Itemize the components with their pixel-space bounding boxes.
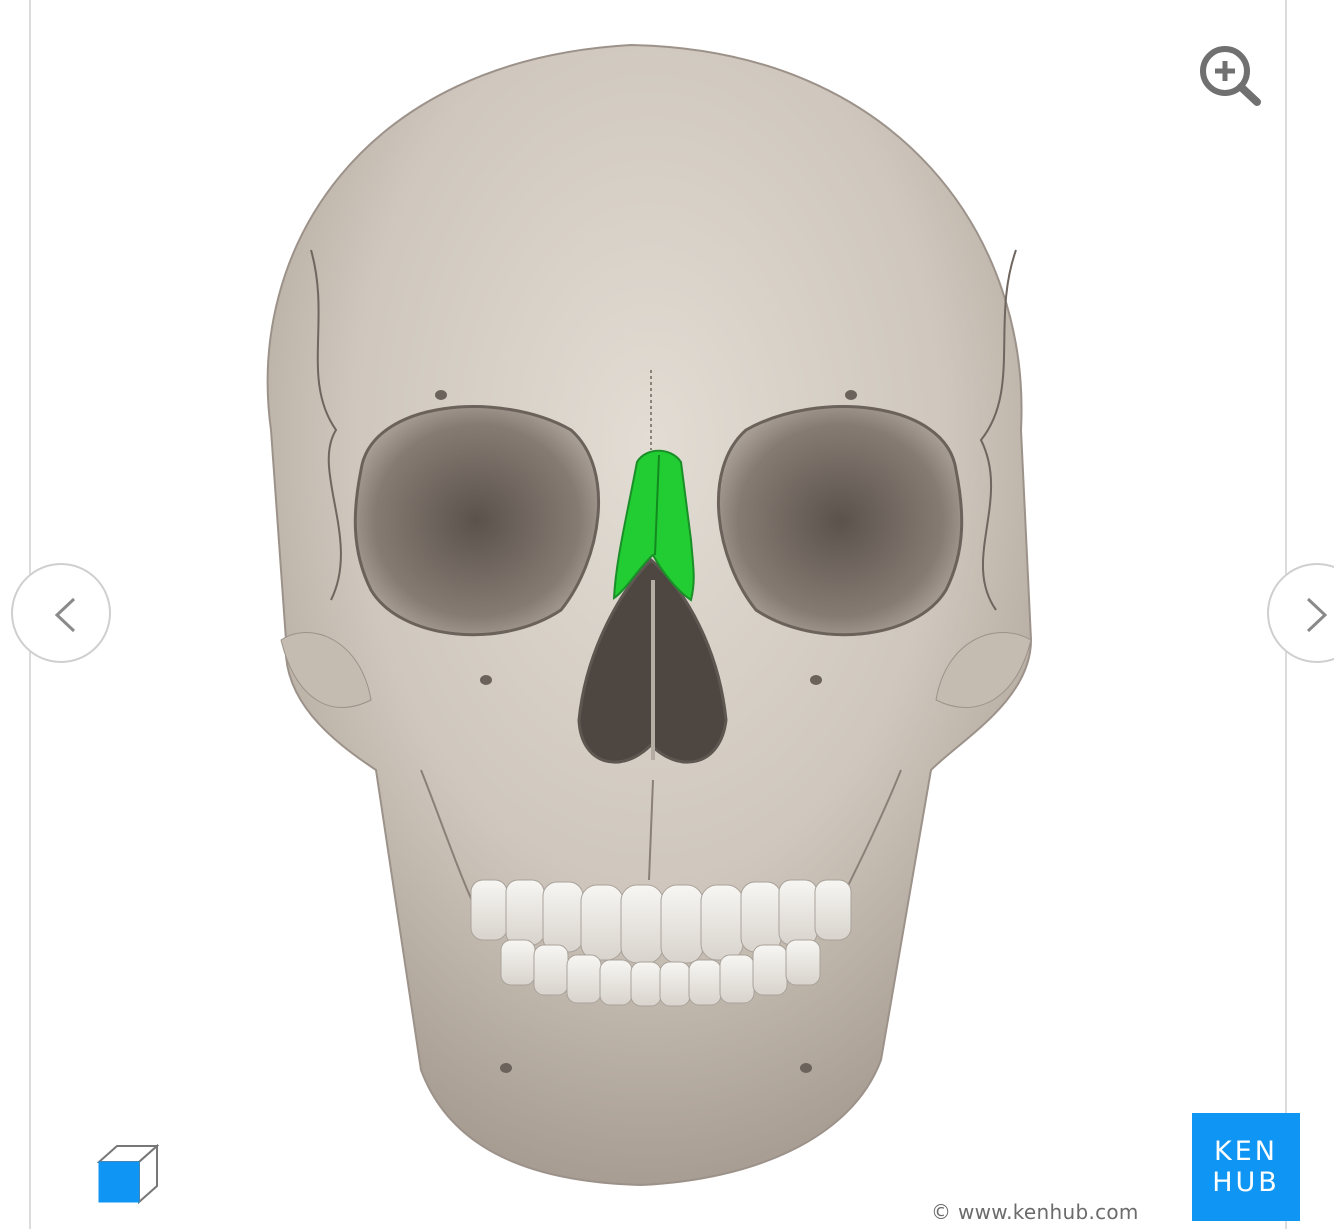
copyright-text: © www.kenhub.com [931, 1200, 1139, 1224]
chevron-right-icon [1306, 597, 1328, 633]
logo-line-ken: KEN [1214, 1136, 1278, 1167]
logo-line-hub: HUB [1212, 1167, 1280, 1198]
skull-illustration [266, 43, 1033, 1187]
3d-model-button[interactable] [96, 1142, 160, 1206]
zoom-in-icon [1200, 46, 1261, 106]
next-image-button[interactable] [1267, 563, 1334, 663]
chevron-left-icon [54, 597, 76, 633]
right-orbit [717, 405, 964, 637]
image-viewer: KEN HUB © www.kenhub.com [11, 0, 1334, 1229]
3d-cube-icon [96, 1143, 160, 1205]
left-orbit [353, 405, 600, 637]
zoom-in-button[interactable] [1197, 44, 1263, 106]
previous-image-button[interactable] [11, 563, 111, 663]
kenhub-logo: KEN HUB [1192, 1113, 1300, 1221]
